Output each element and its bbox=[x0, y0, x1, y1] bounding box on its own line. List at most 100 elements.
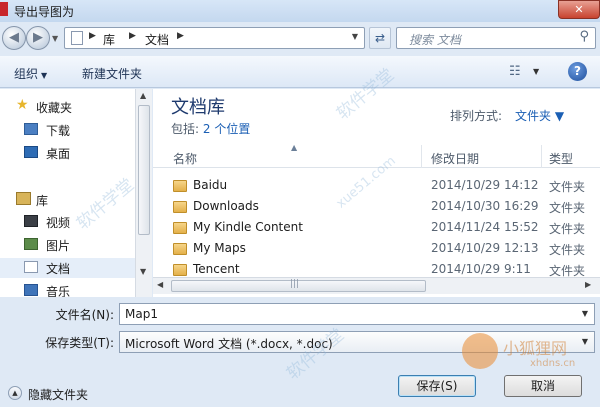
table-row[interactable]: Downloads 2014/10/30 16:29 文件夹 bbox=[153, 197, 600, 217]
sidebar-item-pictures[interactable]: 图片 bbox=[0, 235, 135, 255]
command-toolbar: 组织 ▼ 新建文件夹 ☷ ▼ ? bbox=[0, 56, 600, 88]
file-type: 文件夹 bbox=[549, 243, 586, 257]
breadcrumb-separator-icon[interactable]: ▶ bbox=[177, 31, 184, 41]
window-title: 导出导图为 bbox=[14, 5, 75, 19]
includes-locations-link[interactable]: 2 个位置 bbox=[203, 122, 250, 136]
file-date: 2014/10/29 14:12 bbox=[431, 178, 539, 192]
sidebar-item-label: 收藏夹 bbox=[36, 101, 73, 115]
breadcrumb-libraries[interactable]: 库 bbox=[103, 31, 115, 48]
star-icon: ★ bbox=[16, 97, 29, 113]
downloads-icon bbox=[24, 123, 38, 135]
sidebar-item-label: 桌面 bbox=[46, 147, 71, 161]
library-includes: 包括: 2 个位置 bbox=[171, 120, 250, 137]
back-button[interactable]: ◀ bbox=[2, 26, 26, 50]
library-title: 文档库 bbox=[171, 97, 225, 118]
scroll-up-icon[interactable]: ▲ bbox=[140, 91, 146, 100]
navigation-scrollbar[interactable]: ▲ ▼ bbox=[135, 89, 152, 297]
cancel-button[interactable]: 取消 bbox=[504, 375, 582, 397]
view-options-icon[interactable]: ☷ bbox=[509, 64, 521, 79]
recent-pages-chevron-down-icon[interactable]: ▼ bbox=[52, 34, 58, 43]
scroll-right-icon[interactable]: ▶ bbox=[585, 280, 591, 289]
address-bar[interactable]: ▶ 库 ▶ 文档 ▶ ▼ bbox=[64, 27, 365, 49]
filetype-label: 保存类型(T): bbox=[45, 336, 114, 350]
column-divider[interactable] bbox=[541, 145, 542, 168]
arrange-by-dropdown[interactable]: 文件夹 ▼ bbox=[515, 107, 564, 124]
folder-icon bbox=[173, 222, 187, 234]
view-chevron-down-icon[interactable]: ▼ bbox=[533, 67, 539, 76]
file-type: 文件夹 bbox=[549, 222, 586, 236]
forward-button[interactable]: ▶ bbox=[26, 26, 50, 50]
save-button[interactable]: 保存(S) bbox=[398, 375, 476, 397]
sort-ascending-icon: ▲ bbox=[291, 143, 298, 152]
column-header-type[interactable]: 类型 bbox=[549, 150, 573, 167]
search-input[interactable]: 搜索 文档 ⚲ bbox=[396, 27, 596, 49]
folder-icon bbox=[173, 201, 187, 213]
file-list-pane: 文档库 包括: 2 个位置 排列方式: 文件夹 ▼ ▲ 名称 修改日期 类型 B… bbox=[153, 89, 600, 297]
close-button[interactable]: ✕ bbox=[558, 0, 600, 19]
scroll-left-icon[interactable]: ◀ bbox=[157, 280, 163, 289]
music-icon bbox=[24, 284, 38, 296]
sidebar-item-label: 文档 bbox=[46, 262, 71, 276]
table-row[interactable]: My Kindle Content 2014/11/24 15:52 文件夹 bbox=[153, 218, 600, 238]
new-folder-button[interactable]: 新建文件夹 bbox=[82, 65, 142, 82]
file-name: My Kindle Content bbox=[193, 220, 303, 234]
column-header-name[interactable]: 名称 bbox=[173, 150, 197, 167]
app-icon bbox=[0, 2, 8, 16]
table-row[interactable]: My Maps 2014/10/29 12:13 文件夹 bbox=[153, 239, 600, 259]
video-icon bbox=[24, 215, 38, 227]
file-date: 2014/10/30 16:29 bbox=[431, 199, 539, 213]
refresh-button[interactable]: ⇄ bbox=[369, 27, 391, 49]
picture-icon bbox=[24, 238, 38, 250]
sidebar-item-favorites[interactable]: ★ 收藏夹 bbox=[0, 97, 135, 117]
folder-icon bbox=[173, 243, 187, 255]
hide-folders-toggle-icon[interactable]: ▲ bbox=[8, 386, 22, 400]
filename-label: 文件名(N): bbox=[55, 308, 114, 322]
filetype-chevron-down-icon[interactable]: ▼ bbox=[582, 337, 588, 346]
breadcrumb-separator-icon[interactable]: ▶ bbox=[89, 31, 96, 41]
sidebar-item-downloads[interactable]: 下载 bbox=[0, 120, 135, 140]
search-icon[interactable]: ⚲ bbox=[579, 29, 589, 44]
scroll-down-icon[interactable]: ▼ bbox=[140, 267, 146, 276]
file-name: My Maps bbox=[193, 241, 246, 255]
help-button[interactable]: ? bbox=[568, 62, 587, 81]
organize-label: 组织 bbox=[14, 67, 39, 81]
sidebar-item-music[interactable]: 音乐 bbox=[0, 281, 135, 297]
address-history-chevron-down-icon[interactable]: ▼ bbox=[352, 32, 358, 41]
sidebar-item-label: 库 bbox=[36, 194, 49, 208]
breadcrumb-separator-icon[interactable]: ▶ bbox=[129, 31, 136, 41]
navigation-bar: ◀ ▶ ▼ ▶ 库 ▶ 文档 ▶ ▼ ⇄ 搜索 文档 ⚲ bbox=[0, 22, 600, 52]
sidebar-item-documents[interactable]: 文档 bbox=[0, 258, 135, 278]
chevron-down-icon: ▼ bbox=[41, 71, 48, 80]
scrollbar-thumb[interactable] bbox=[138, 105, 150, 235]
file-date: 2014/10/29 9:11 bbox=[431, 262, 531, 276]
sidebar-item-label: 音乐 bbox=[46, 285, 71, 297]
folder-icon bbox=[173, 264, 187, 276]
hide-folders-link[interactable]: 隐藏文件夹 bbox=[28, 386, 88, 403]
breadcrumb-documents[interactable]: 文档 bbox=[145, 31, 169, 48]
sidebar-item-desktop[interactable]: 桌面 bbox=[0, 143, 135, 163]
file-name: Baidu bbox=[193, 178, 228, 192]
file-name: Downloads bbox=[193, 199, 259, 213]
sidebar-item-label: 图片 bbox=[46, 239, 71, 253]
horizontal-scrollbar[interactable]: ◀ ||| ▶ bbox=[153, 277, 600, 294]
scrollbar-thumb[interactable]: ||| bbox=[171, 279, 426, 292]
watermark-site: xhdns.cn bbox=[530, 358, 576, 369]
folder-icon bbox=[173, 180, 187, 192]
desktop-icon bbox=[24, 146, 38, 158]
filename-chevron-down-icon[interactable]: ▼ bbox=[582, 309, 588, 318]
file-date: 2014/11/24 15:52 bbox=[431, 220, 539, 234]
library-icon bbox=[16, 192, 31, 205]
search-placeholder: 搜索 文档 bbox=[409, 33, 461, 47]
title-bar: 导出导图为 ✕ bbox=[0, 0, 600, 22]
watermark-fox-logo bbox=[462, 333, 498, 369]
file-type: 文件夹 bbox=[549, 180, 586, 194]
includes-label: 包括: bbox=[171, 122, 200, 136]
column-header-modified[interactable]: 修改日期 bbox=[431, 150, 479, 167]
organize-button[interactable]: 组织 ▼ bbox=[14, 65, 47, 82]
file-name: Tencent bbox=[193, 262, 240, 276]
column-divider[interactable] bbox=[421, 145, 422, 168]
document-icon bbox=[24, 261, 38, 273]
sidebar-item-videos[interactable]: 视频 bbox=[0, 212, 135, 232]
filename-field[interactable]: Map1 ▼ bbox=[119, 303, 595, 325]
filename-value: Map1 bbox=[125, 307, 158, 321]
